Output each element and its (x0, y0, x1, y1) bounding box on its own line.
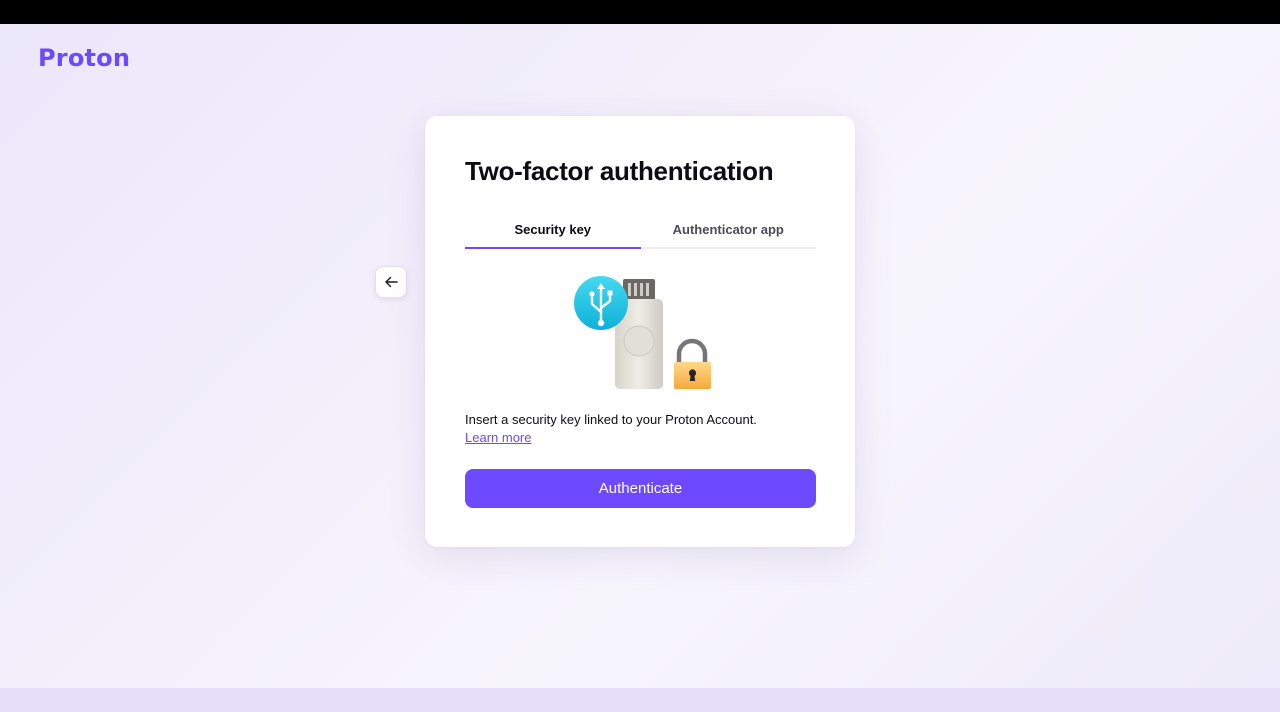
padlock-icon (674, 338, 711, 389)
proton-logo[interactable]: Proton (38, 44, 130, 72)
bottom-bar (0, 688, 1280, 712)
page-title: Two-factor authentication (465, 156, 774, 186)
arrow-left-icon (385, 276, 398, 288)
tab-security-key[interactable]: Security key (465, 216, 641, 249)
usb-icon (574, 276, 628, 330)
instruction-text: Insert a security key linked to your Pro… (465, 412, 757, 427)
back-button[interactable] (375, 266, 407, 298)
two-factor-card: Two-factor authentication Security key A… (425, 116, 855, 547)
tab-authenticator-app[interactable]: Authenticator app (641, 216, 817, 247)
security-key-illustration (570, 274, 715, 394)
authenticate-button[interactable]: Authenticate (465, 469, 816, 508)
top-bar (0, 0, 1280, 24)
learn-more-link[interactable]: Learn more (465, 430, 531, 445)
auth-method-tabs: Security key Authenticator app (465, 216, 816, 249)
